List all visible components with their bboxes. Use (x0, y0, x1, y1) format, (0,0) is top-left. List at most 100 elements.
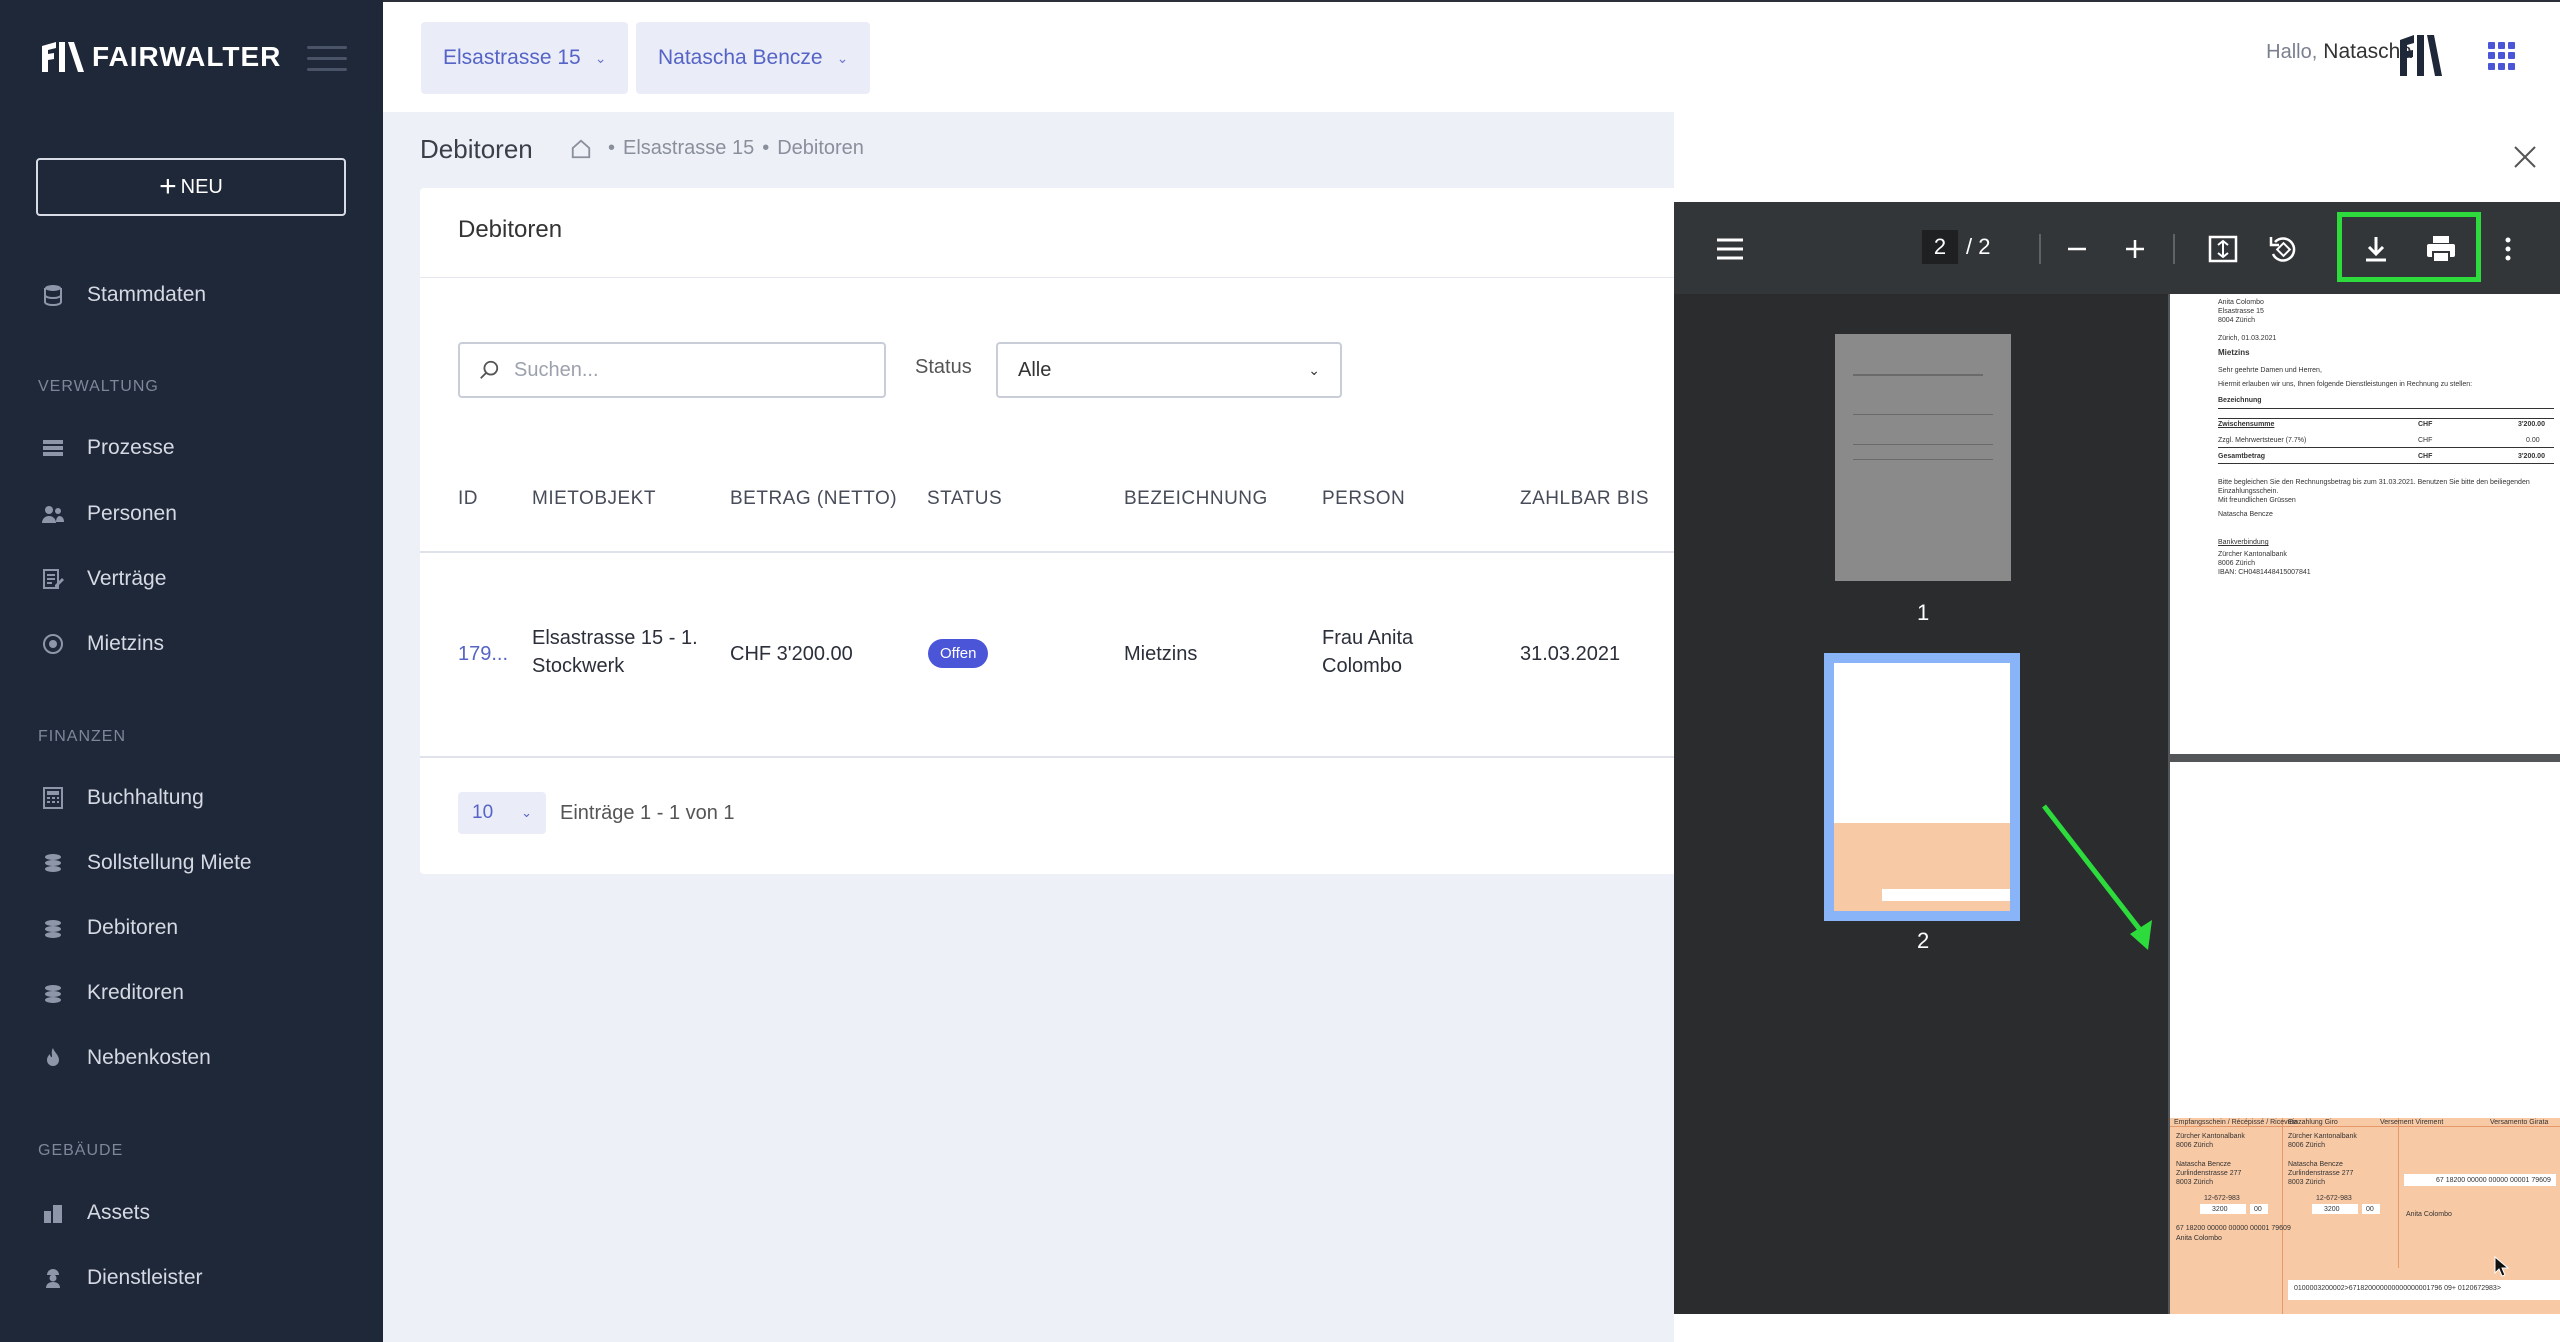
page-size-select[interactable]: 10 ⌄ (458, 792, 546, 834)
column-header-mietobjekt[interactable]: MIETOBJEKT (532, 488, 656, 510)
close-icon[interactable] (2512, 144, 2538, 170)
column-header-betrag[interactable]: BETRAG (NETTO) (730, 488, 897, 510)
user-avatar-icon[interactable] (2398, 32, 2442, 78)
toolbar-separator (2173, 234, 2175, 264)
pdf-date: Zürich, 01.03.2021 (2218, 335, 2277, 342)
pdf-line-cur: CHF (2418, 437, 2433, 444)
home-icon[interactable] (570, 138, 592, 160)
sidebar-item-kreditoren[interactable]: Kreditoren (40, 973, 184, 1013)
zoom-in-icon[interactable] (2118, 232, 2152, 266)
people-icon (40, 501, 66, 527)
pdf-greeting: Mit freundlichen Grüssen (2218, 497, 2296, 504)
annotation-arrow-icon (2042, 804, 2152, 950)
more-options-icon[interactable] (2491, 232, 2525, 266)
sidebar-item-label: Prozesse (87, 436, 175, 459)
rotate-icon[interactable] (2266, 232, 2300, 266)
sidebar-item-personen[interactable]: Personen (40, 494, 177, 534)
sidebar-item-debitoren[interactable]: Debitoren (40, 908, 178, 948)
slip-payer: Anita Colombo (2176, 1235, 2222, 1242)
download-icon[interactable] (2359, 232, 2393, 266)
plus-icon: + (159, 170, 177, 203)
search-input[interactable]: Suchen... (458, 342, 886, 398)
sidebar-item-mietzins[interactable]: Mietzins (40, 624, 164, 664)
pdf-intro: Hiermit erlauben wir uns, Ihnen folgende… (2218, 381, 2473, 388)
pdf-line-label: Zzgl. Mehrwertsteuer (7.7%) (2218, 437, 2307, 444)
slip-bank: Zürcher Kantonalbank 8006 Zürich (2288, 1132, 2357, 1150)
sidebar-item-buchhaltung[interactable]: Buchhaltung (40, 778, 204, 818)
nav-section-finanzen: FINANZEN (38, 728, 126, 745)
sidebar-item-label: Debitoren (87, 916, 179, 939)
page-thumbnail-1[interactable] (1835, 334, 2011, 581)
thumbnail-label: 2 (1917, 928, 1930, 953)
breadcrumb: • Elsastrasse 15 • Debitoren (570, 137, 864, 160)
toolbar-separator (2039, 234, 2041, 264)
greeting: Hallo, Natascha (2266, 40, 2412, 64)
contract-icon (40, 566, 66, 592)
slip-payee: Natascha Bencze Zurlindenstrasse 277 800… (2176, 1160, 2241, 1187)
pdf-signer: Natascha Bencze (2218, 511, 2273, 518)
sidebar-item-stammdaten[interactable]: Stammdaten (40, 275, 206, 315)
sidebar-item-prozesse[interactable]: Prozesse (40, 428, 175, 468)
slip-account: 12-672-983 (2204, 1195, 2240, 1202)
zoom-out-icon[interactable] (2060, 232, 2094, 266)
slip-payee: Natascha Bencze Zurlindenstrasse 277 800… (2288, 1160, 2353, 1187)
pdf-line-label: Gesamtbetrag (2218, 453, 2266, 460)
sidebar-item-label: Personen (87, 502, 177, 525)
status-select[interactable]: Alle ⌄ (996, 342, 1342, 398)
pdf-bank-line: Zürcher Kantonalbank (2218, 551, 2287, 558)
sidebar-item-nebenkosten[interactable]: Nebenkosten (40, 1038, 211, 1078)
page-size-value: 10 (472, 802, 494, 823)
fit-page-icon[interactable] (2206, 232, 2240, 266)
column-header-status[interactable]: STATUS (927, 488, 1002, 510)
breadcrumb-item[interactable]: Elsastrasse 15 (623, 137, 754, 160)
cell-id[interactable]: 179... (458, 640, 508, 668)
database-icon (40, 282, 66, 308)
pdf-bank: Zürcher Kantonalbank 8006 Zürich IBAN: C… (2218, 550, 2311, 577)
brand-logo[interactable]: FAIRWALTER (40, 40, 281, 74)
debitoren-card: Debitoren Suchen... Status Alle ⌄ ID MIE… (420, 188, 1680, 874)
pdf-line-label: Zwischensumme (2218, 421, 2275, 428)
nav-section-gebaeude: GEBÄUDE (38, 1142, 124, 1159)
user-context-select[interactable]: Natascha Bencze ⌄ (636, 22, 871, 94)
sidebar-item-label: Buchhaltung (87, 786, 204, 809)
slip-ref: 67 18200 00000 00000 00001 79609 (2176, 1225, 2291, 1232)
sidebar-item-sollstellung[interactable]: Sollstellung Miete (40, 843, 252, 883)
column-header-id[interactable]: ID (458, 488, 478, 510)
apps-grid-icon[interactable] (2488, 42, 2516, 70)
slip-ref: 67 18200 00000 00000 00001 79609 (2436, 1177, 2551, 1184)
print-icon[interactable] (2424, 232, 2458, 266)
page-number-input[interactable]: 2 (1922, 230, 1958, 264)
slip-payee-line: 8003 Zürich (2176, 1179, 2213, 1186)
slip-amount: 3200 (2324, 1206, 2340, 1213)
breadcrumb-separator: • (762, 137, 770, 159)
new-button[interactable]: + NEU (36, 158, 346, 216)
column-header-zahlbar-bis[interactable]: ZAHLBAR BIS (1520, 488, 1649, 510)
sidebar-item-vertraege[interactable]: Verträge (40, 559, 166, 599)
page-title: Debitoren (420, 134, 533, 164)
sidebar-item-label: Stammdaten (87, 283, 207, 306)
pdf-closing: Bitte begleichen Sie den Rechnungsbetrag… (2218, 479, 2530, 495)
pdf-line-row: Gesamtbetrag CHF 3'200.00 (2218, 452, 2554, 461)
sidebar-item-dienstleister[interactable]: Dienstleister (40, 1258, 203, 1298)
topbar: Elsastrasse 15 ⌄ Natascha Bencze ⌄ (383, 0, 2560, 112)
column-header-bezeichnung[interactable]: BEZEICHNUNG (1124, 488, 1268, 510)
slip-head: Versamento Girata (2490, 1119, 2549, 1126)
breadcrumb-item: Debitoren (777, 137, 864, 159)
cell-mietobjekt-line1: Elsastrasse 15 - 1. (532, 627, 698, 649)
page-thumbnail-2-selected[interactable] (1824, 653, 2020, 921)
menu-icon[interactable] (1713, 232, 1747, 266)
pdf-bank-line: 8006 Zürich (2218, 560, 2255, 567)
cell-mietobjekt-line2: Stockwerk (532, 655, 625, 677)
sidebar-item-label: Nebenkosten (87, 1046, 211, 1069)
column-header-person[interactable]: PERSON (1322, 488, 1405, 510)
cell-person-line1: Frau Anita (1322, 627, 1414, 649)
pdf-bank-line: IBAN: CH0481448415007841 (2218, 569, 2311, 576)
nav-section-verwaltung: VERWALTUNG (38, 378, 159, 395)
calculator-icon (40, 785, 66, 811)
menu-toggle-icon[interactable] (307, 46, 347, 72)
pdf-line-amount: 3'200.00 (2518, 421, 2545, 428)
property-select[interactable]: Elsastrasse 15 ⌄ (421, 22, 629, 94)
sidebar-item-assets[interactable]: Assets (40, 1193, 150, 1233)
rent-icon (40, 631, 66, 657)
sidebar-item-label: Kreditoren (87, 981, 184, 1004)
